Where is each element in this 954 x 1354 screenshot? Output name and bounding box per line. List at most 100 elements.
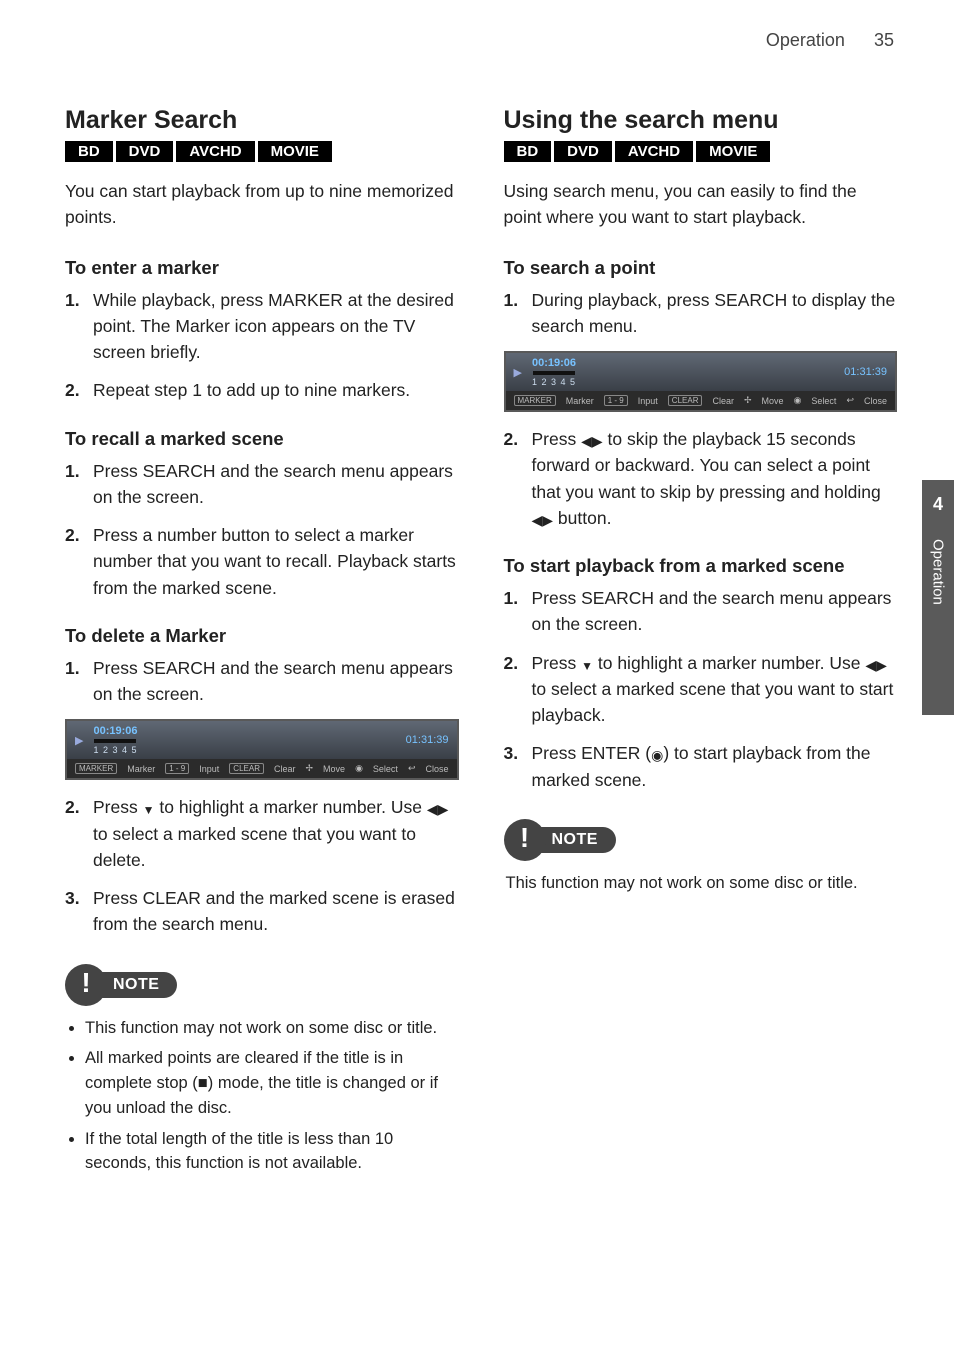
osd-input-btn: 1 - 9 [165, 763, 189, 774]
note-item: If the total length of the title is less… [85, 1127, 459, 1177]
start-step-2-text: Press ▼ to highlight a marker number. Us… [532, 650, 898, 729]
recall-step-2: 2.Press a number button to select a mark… [65, 522, 459, 601]
delete-step-3-text: Press CLEAR and the marked scene is eras… [93, 885, 459, 938]
format-dvd: DVD [116, 141, 177, 162]
search-step-2: 2. Press ◀▶ to skip the playback 15 seco… [504, 426, 898, 531]
osd-marker-btn: MARKER [75, 763, 117, 774]
format-badges: BD DVD AVCHD MOVIE [65, 141, 459, 162]
play-icon: ▶ [514, 366, 522, 379]
start-step-3-text: Press ENTER (◉) to start playback from t… [532, 740, 898, 793]
osd-input-lbl: Input [199, 764, 219, 774]
start-step-2-text-a: Press [532, 653, 582, 673]
search-step-1-text: During playback, press SEARCH to display… [532, 287, 898, 340]
osd-clear-lbl: Clear [274, 764, 296, 774]
recall-step-1: 1.Press SEARCH and the search menu appea… [65, 458, 459, 511]
note-list-left: This function may not work on some disc … [65, 1016, 459, 1177]
osd-marker-btn: MARKER [514, 395, 556, 406]
osd-marker-lbl: Marker [127, 764, 155, 774]
play-icon: ▶ [75, 734, 83, 747]
left-column: Marker Search BD DVD AVCHD MOVIE You can… [65, 106, 459, 1182]
heading-delete-marker: To delete a Marker [65, 625, 459, 647]
start-step-2-text-b: to highlight a marker number. Use [593, 653, 865, 673]
osd-close-icon: ↩ [846, 395, 854, 406]
using-search-lead: Using search menu, you can easily to fin… [504, 178, 898, 231]
format-bd: BD [504, 141, 555, 162]
recall-step-2-text: Press a number button to select a marker… [93, 522, 459, 601]
delete-step-3: 3.Press CLEAR and the marked scene is er… [65, 885, 459, 938]
header-page-number: 35 [874, 30, 894, 50]
format-avchd: AVCHD [615, 141, 696, 162]
recall-step-1-text: Press SEARCH and the search menu appears… [93, 458, 459, 511]
enter-step-2: 2.Repeat step 1 to add up to nine marker… [65, 377, 459, 403]
heading-recall-scene: To recall a marked scene [65, 428, 459, 450]
start-step-3-text-a: Press ENTER ( [532, 743, 652, 763]
marker-search-title: Marker Search [65, 106, 459, 135]
chapter-number: 4 [922, 494, 954, 515]
header-section: Operation [766, 30, 845, 50]
osd-close-lbl: Close [864, 396, 887, 406]
osd-close-icon: ↩ [408, 763, 416, 774]
chapter-name: Operation [930, 539, 947, 605]
heading-start-playback: To start playback from a marked scene [504, 555, 898, 577]
search-menu-screenshot: ▶ 00:19:06 1 2 3 4 5 01:31:39 MARKERMark… [504, 351, 898, 412]
right-column: Using the search menu BD DVD AVCHD MOVIE… [504, 106, 898, 1182]
note-icon: ! [504, 819, 546, 861]
osd-close-lbl: Close [425, 764, 448, 774]
heading-search-point: To search a point [504, 257, 898, 279]
osd-marker-numbers: 1 2 3 4 5 [93, 745, 137, 755]
osd-total-time: 01:31:39 [406, 734, 449, 746]
start-step-1-text: Press SEARCH and the search menu appears… [532, 585, 898, 638]
enter-step-1-text: While playback, press MARKER at the desi… [93, 287, 459, 366]
format-avchd: AVCHD [176, 141, 257, 162]
down-icon: ▼ [143, 804, 155, 816]
chapter-side-tab: 4 Operation [922, 480, 954, 715]
left-right-icon: ◀▶ [865, 658, 887, 672]
marker-search-lead: You can start playback from up to nine m… [65, 178, 459, 231]
osd-clear-btn: CLEAR [229, 763, 264, 774]
format-movie: MOVIE [258, 141, 332, 162]
delete-step-2-text: Press ▼ to highlight a marker number. Us… [93, 794, 459, 873]
down-icon: ▼ [581, 660, 593, 672]
left-right-icon: ◀▶ [532, 513, 554, 527]
note-item: This function may not work on some disc … [85, 1016, 459, 1041]
format-bd: BD [65, 141, 116, 162]
osd-select-lbl: Select [373, 764, 398, 774]
osd-input-btn: 1 - 9 [604, 395, 628, 406]
left-right-icon: ◀▶ [427, 802, 449, 816]
delete-step-1-text: Press SEARCH and the search menu appears… [93, 655, 459, 708]
note-icon: ! [65, 964, 107, 1006]
osd-move-lbl: Move [323, 764, 345, 774]
start-step-2-text-c: to select a marked scene that you want t… [532, 679, 894, 725]
osd-select-icon: ◉ [355, 763, 363, 774]
start-step-1: 1.Press SEARCH and the search menu appea… [504, 585, 898, 638]
delete-step-2-text-a: Press [93, 797, 143, 817]
heading-enter-marker: To enter a marker [65, 257, 459, 279]
delete-step-2-text-c: to select a marked scene that you want t… [93, 824, 416, 870]
enter-step-1: 1.While playback, press MARKER at the de… [65, 287, 459, 366]
osd-select-icon: ◉ [794, 395, 802, 406]
osd-move-icon: ✢ [306, 763, 314, 774]
format-movie: MOVIE [696, 141, 770, 162]
note-item: All marked points are cleared if the tit… [85, 1046, 459, 1120]
osd-move-icon: ✢ [744, 395, 752, 406]
osd-marker-numbers: 1 2 3 4 5 [532, 377, 576, 387]
search-step-1: 1.During playback, press SEARCH to displ… [504, 287, 898, 340]
note-text-right: This function may not work on some disc … [506, 871, 898, 896]
delete-step-2-text-b: to highlight a marker number. Use [155, 797, 427, 817]
left-right-icon: ◀▶ [581, 434, 603, 448]
format-dvd: DVD [554, 141, 615, 162]
start-step-3: 3. Press ENTER (◉) to start playback fro… [504, 740, 898, 793]
format-badges: BD DVD AVCHD MOVIE [504, 141, 898, 162]
using-search-menu-title: Using the search menu [504, 106, 898, 135]
note-header-right: ! NOTE [504, 819, 898, 861]
osd-clear-lbl: Clear [712, 396, 734, 406]
osd-total-time: 01:31:39 [844, 366, 887, 378]
osd-marker-lbl: Marker [566, 396, 594, 406]
osd-input-lbl: Input [638, 396, 658, 406]
enter-icon: ◉ [651, 748, 663, 762]
delete-step-1: 1.Press SEARCH and the search menu appea… [65, 655, 459, 708]
osd-move-lbl: Move [762, 396, 784, 406]
osd-clear-btn: CLEAR [668, 395, 703, 406]
running-header: Operation 35 [65, 30, 894, 51]
delete-step-2: 2. Press ▼ to highlight a marker number.… [65, 794, 459, 873]
